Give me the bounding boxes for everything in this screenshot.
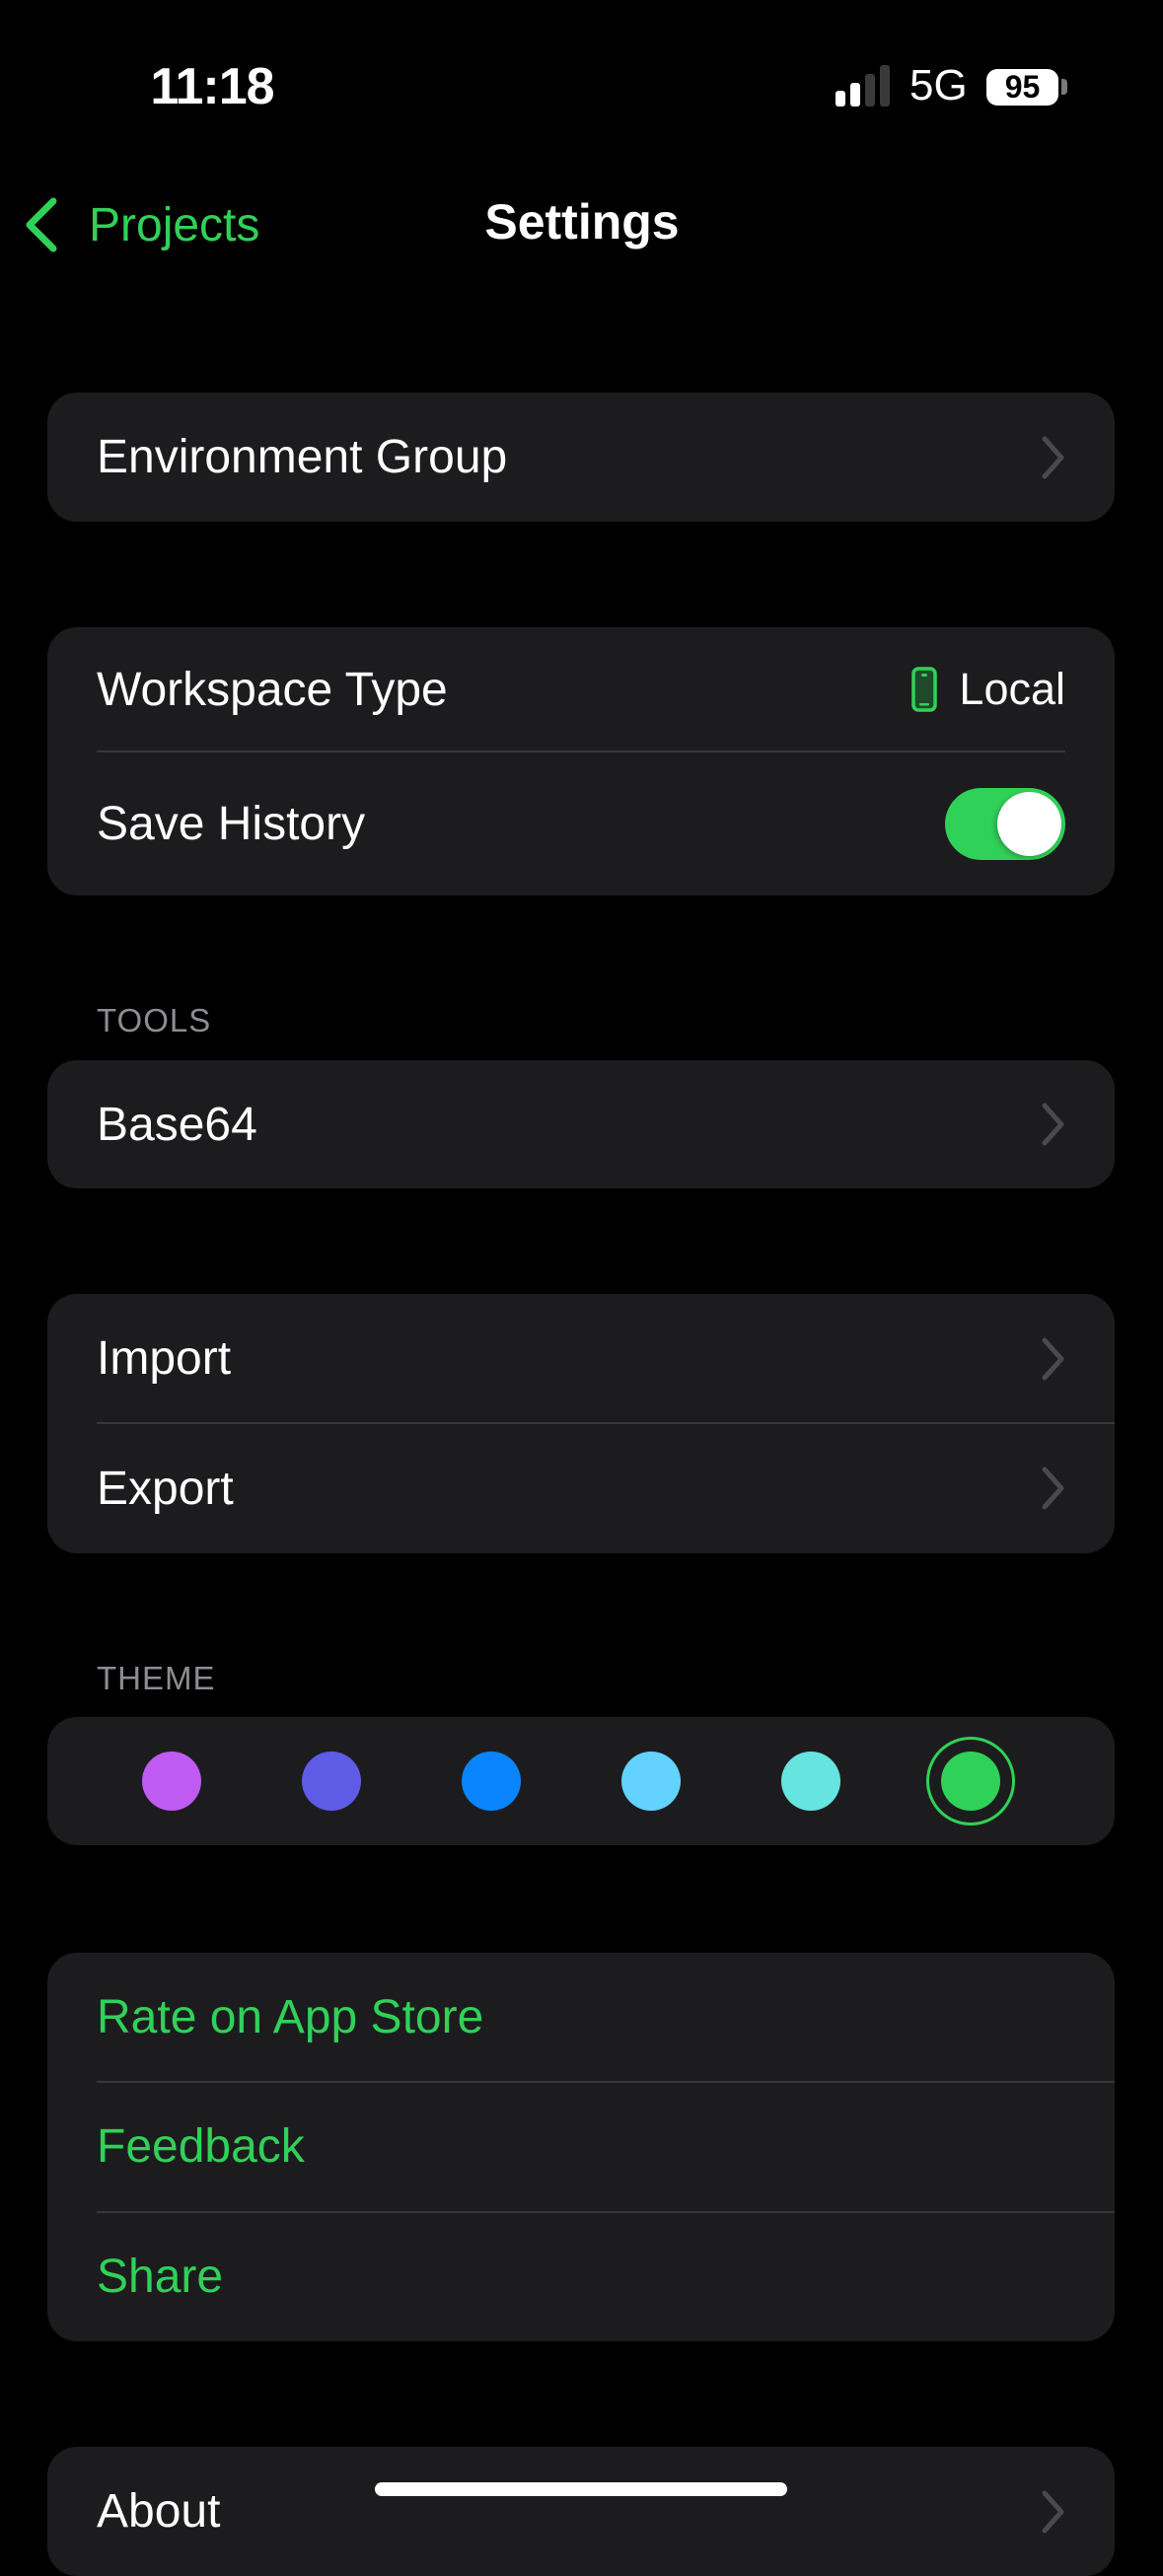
about-row[interactable]: About xyxy=(47,2447,1115,2576)
battery-level: 95 xyxy=(1004,69,1041,105)
environment-card: Environment Group xyxy=(47,393,1115,522)
about-card: About xyxy=(47,2447,1115,2576)
chevron-left-icon xyxy=(26,197,57,252)
status-time: 11:18 xyxy=(150,58,274,115)
save-history-row: Save History xyxy=(47,751,1115,895)
toggle-knob xyxy=(997,791,1061,856)
environment-group-row[interactable]: Environment Group xyxy=(47,393,1115,522)
theme-card xyxy=(47,1717,1115,1845)
chevron-right-icon xyxy=(1042,1467,1064,1510)
workspace-card: Workspace Type Local Save History xyxy=(47,627,1115,895)
import-label: Import xyxy=(97,1332,232,1385)
signal-bar-4 xyxy=(880,65,890,107)
share-label: Share xyxy=(97,2250,224,2303)
theme-section-header: THEME xyxy=(97,1660,216,1696)
export-row[interactable]: Export xyxy=(47,1423,1115,1553)
theme-swatch-green[interactable] xyxy=(941,1752,1000,1811)
signal-bar-1 xyxy=(836,91,845,107)
theme-picker xyxy=(47,1717,1115,1845)
save-history-toggle[interactable] xyxy=(945,787,1065,860)
rate-app-store-link[interactable]: Rate on App Store xyxy=(47,1953,1115,2082)
export-label: Export xyxy=(97,1462,234,1515)
workspace-type-row[interactable]: Workspace Type Local xyxy=(47,627,1115,751)
theme-swatch-cyan[interactable] xyxy=(621,1752,681,1811)
import-row[interactable]: Import xyxy=(47,1294,1115,1423)
feedback-link[interactable]: Feedback xyxy=(47,2082,1115,2211)
theme-swatch-purple[interactable] xyxy=(142,1752,201,1811)
signal-bar-3 xyxy=(865,74,875,107)
page-title: Settings xyxy=(484,194,680,250)
theme-swatch-blue[interactable] xyxy=(462,1752,521,1811)
workspace-type-label: Workspace Type xyxy=(97,663,448,716)
back-button[interactable]: Projects xyxy=(20,187,259,262)
tools-section-header: TOOLS xyxy=(97,1002,212,1038)
network-type: 5G xyxy=(909,61,968,109)
share-link[interactable]: Share xyxy=(47,2211,1115,2341)
cellular-signal-icon xyxy=(836,65,890,107)
back-button-label: Projects xyxy=(89,198,260,251)
rate-app-store-label: Rate on App Store xyxy=(97,1991,484,2043)
workspace-type-value: Local xyxy=(959,664,1065,714)
theme-swatch-mint[interactable] xyxy=(781,1752,840,1811)
chevron-right-icon xyxy=(1042,436,1064,478)
environment-group-label: Environment Group xyxy=(97,431,508,483)
tools-card: Base64 xyxy=(47,1060,1115,1188)
home-indicator[interactable] xyxy=(375,2482,787,2496)
import-export-card: Import Export xyxy=(47,1294,1115,1553)
base64-row[interactable]: Base64 xyxy=(47,1060,1115,1188)
base64-label: Base64 xyxy=(97,1098,257,1151)
chevron-right-icon xyxy=(1042,1103,1064,1146)
chevron-right-icon xyxy=(1042,1337,1064,1380)
signal-bar-2 xyxy=(850,83,860,107)
iphone-icon xyxy=(911,667,938,712)
feedback-label: Feedback xyxy=(97,2120,305,2173)
battery-nub xyxy=(1061,79,1067,95)
chevron-right-icon xyxy=(1042,2490,1064,2533)
save-history-label: Save History xyxy=(97,797,366,850)
theme-swatch-indigo[interactable] xyxy=(302,1752,361,1811)
battery-icon: 95 xyxy=(986,69,1058,106)
links-card: Rate on App Store Feedback Share xyxy=(47,1953,1115,2341)
